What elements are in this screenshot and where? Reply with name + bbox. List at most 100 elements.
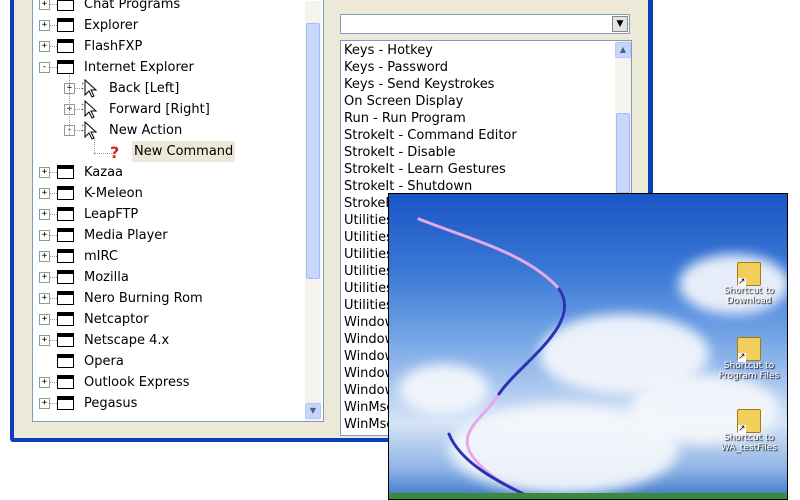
tree-item[interactable]: + Media Player	[33, 225, 303, 246]
list-item[interactable]: Keys - Hotkey	[344, 42, 433, 59]
mouse-gesture-icon	[81, 99, 100, 119]
window-icon	[57, 291, 74, 305]
tree-item-label: Mozilla	[84, 270, 129, 285]
folder-shortcut-icon	[737, 262, 761, 287]
window-icon	[57, 270, 74, 284]
tree-item-label: Opera	[84, 354, 124, 369]
tree-item[interactable]: + Outlook Express	[33, 372, 303, 393]
tree-scrollbar[interactable]: ▼	[305, 1, 321, 421]
list-item[interactable]: Run - Run Program	[344, 110, 466, 127]
tree-item[interactable]: + FlashFXP	[33, 36, 303, 57]
tree-connector	[74, 109, 82, 110]
tree-connector	[69, 75, 70, 135]
tree-connector	[74, 88, 82, 89]
folder-shortcut-icon	[737, 409, 761, 434]
list-scroll-thumb[interactable]	[616, 113, 630, 193]
tree-connector	[49, 403, 57, 404]
list-scroll-up-button[interactable]: ▲	[615, 42, 631, 58]
tree-item[interactable]: + Netscape 4.x	[33, 330, 303, 351]
tree-connector	[49, 298, 57, 299]
window-icon	[57, 165, 74, 179]
window-icon	[57, 228, 74, 242]
list-item[interactable]: StrokeIt - Command Editor	[344, 127, 517, 144]
action-tree[interactable]: ▼ + Chat Programs + Explorer + FlashFXP - Inter…	[32, 0, 324, 422]
desktop-shortcut[interactable]: Shortcut to WA_testFiles	[714, 409, 784, 453]
svg-text:?: ?	[110, 143, 119, 161]
tree-item[interactable]: - Internet Explorer	[33, 57, 303, 78]
tree-item-label: New Command	[132, 141, 236, 162]
tree-item-label: New Action	[109, 123, 183, 138]
list-item[interactable]: On Screen Display	[344, 93, 463, 110]
list-item[interactable]: StrokeIt - Disable	[344, 144, 456, 161]
tree-connector	[49, 340, 57, 341]
tree-item[interactable]: + Nero Burning Rom	[33, 288, 303, 309]
tree-item[interactable]: ? New Command	[33, 141, 303, 162]
tree-item-label: Kazaa	[84, 165, 124, 180]
tree-item[interactable]: + Explorer	[33, 15, 303, 36]
tree-item[interactable]: + LeapFTP	[33, 204, 303, 225]
chevron-down-icon[interactable]: ▼	[612, 16, 628, 32]
window-icon	[57, 354, 74, 368]
tree-connector	[49, 172, 57, 173]
list-item[interactable]: StrokeIt - Learn Gestures	[344, 161, 506, 178]
desktop-shortcut-caption: Shortcut to Download	[723, 286, 775, 306]
list-item[interactable]: Utilities	[344, 212, 393, 229]
tree-connector	[49, 4, 57, 5]
window-icon	[57, 312, 74, 326]
tree-item-label: Forward [Right]	[109, 102, 210, 117]
tree-scroll-down-button[interactable]: ▼	[305, 403, 321, 419]
taskbar	[389, 493, 787, 499]
window-icon	[57, 333, 74, 347]
expand-icon[interactable]: +	[39, 0, 50, 10]
tree-item[interactable]: + Netcaptor	[33, 309, 303, 330]
tree-item-label: Pegasus	[84, 396, 138, 411]
tree-connector	[94, 137, 95, 153]
list-item[interactable]: Keys - Send Keystrokes	[344, 76, 494, 93]
tree-item[interactable]: + K-Meleon	[33, 183, 303, 204]
tree-item-label: Nero Burning Rom	[84, 291, 203, 306]
mouse-gesture-icon	[81, 78, 100, 98]
mouse-gesture-icon	[81, 120, 100, 140]
tree-connector	[49, 214, 57, 215]
tree-connector	[49, 193, 57, 194]
question-icon: ?	[107, 142, 125, 162]
folder-shortcut-icon	[737, 337, 761, 362]
window-icon	[57, 375, 74, 389]
tree-item-label: K-Meleon	[84, 186, 143, 201]
list-item[interactable]: Utilities	[344, 297, 393, 314]
tree-item-label: mIRC	[84, 249, 118, 264]
tree-item[interactable]: + Mozilla	[33, 267, 303, 288]
list-item[interactable]: StrokeIt	[344, 195, 394, 212]
window-icon	[57, 0, 74, 11]
desktop-shortcut[interactable]: Shortcut to Download	[714, 262, 784, 306]
list-item[interactable]: Keys - Password	[344, 59, 448, 76]
list-item[interactable]: Utilities	[344, 246, 393, 263]
tree-item[interactable]: Opera	[33, 351, 303, 372]
tree-item-label: LeapFTP	[84, 207, 139, 222]
tree-item[interactable]: + mIRC	[33, 246, 303, 267]
tree-item-label: Explorer	[84, 18, 139, 33]
tree-item-label: Netcaptor	[84, 312, 149, 327]
tree-scroll-thumb[interactable]	[306, 23, 320, 279]
desktop-shortcut-caption: Shortcut to WA_testFiles	[720, 433, 778, 453]
tree-connector	[49, 25, 57, 26]
tree-item-label: Outlook Express	[84, 375, 190, 390]
list-item[interactable]: Utilities	[344, 263, 393, 280]
tree-connector	[49, 46, 57, 47]
list-item[interactable]: Utilities	[344, 229, 393, 246]
desktop-shortcut[interactable]: Shortcut to Program Files	[714, 337, 784, 381]
tree-connector	[49, 277, 57, 278]
tree-item[interactable]: + Pegasus	[33, 393, 303, 414]
tree-item[interactable]: + Chat Programs	[33, 0, 303, 15]
window-icon	[57, 396, 74, 410]
desktop-preview: Shortcut to Download Shortcut to Program …	[388, 193, 788, 500]
window-icon	[57, 60, 74, 74]
window-icon	[57, 39, 74, 53]
tree-connector	[74, 130, 82, 131]
list-item[interactable]: Utilities	[344, 280, 393, 297]
tree-item[interactable]: + Kazaa	[33, 162, 303, 183]
window-icon	[57, 207, 74, 221]
tree-item-label: Netscape 4.x	[84, 333, 170, 348]
command-type-combo[interactable]: ▼	[340, 14, 630, 34]
window-icon	[57, 18, 74, 32]
